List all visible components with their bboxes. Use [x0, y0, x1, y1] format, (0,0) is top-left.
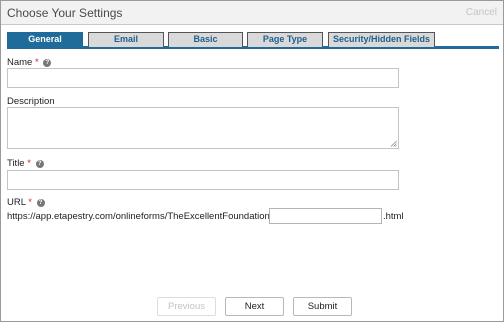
tab-basic[interactable]: Basic — [168, 32, 243, 47]
next-button[interactable]: Next — [225, 297, 284, 316]
url-help-icon[interactable]: ? — [36, 199, 45, 207]
name-input[interactable] — [7, 68, 399, 88]
tab-security-hidden-fields[interactable]: Security/Hidden Fields — [328, 32, 435, 47]
title-help-icon[interactable]: ? — [35, 160, 44, 168]
description-label: Description — [7, 96, 55, 107]
name-label: Name — [7, 57, 33, 68]
title-required-marker: * — [27, 158, 31, 169]
title-input[interactable] — [7, 170, 399, 190]
title-label: Title — [7, 158, 25, 169]
url-required-marker: * — [28, 197, 32, 208]
settings-dialog: Choose Your Settings Cancel General Emai… — [0, 0, 504, 322]
cancel-button[interactable]: Cancel — [466, 7, 497, 18]
title-label-row: Title * ? — [7, 158, 44, 169]
tab-email[interactable]: Email — [88, 32, 164, 47]
dialog-titlebar: Choose Your Settings Cancel — [1, 1, 503, 25]
name-required-marker: * — [34, 57, 39, 68]
name-help-icon[interactable]: ? — [43, 59, 52, 67]
tab-bar: General Email Basic Page Type Security/H… — [7, 31, 499, 49]
description-textarea[interactable] — [7, 107, 399, 149]
tab-general[interactable]: General — [7, 32, 83, 47]
url-prefix-text: https://app.etapestry.com/onlineforms/Th… — [7, 211, 273, 222]
url-label: URL — [7, 197, 26, 208]
url-slug-input[interactable] — [269, 208, 382, 224]
name-label-row: Name * ? — [7, 57, 52, 68]
url-label-row: URL * ? — [7, 197, 45, 208]
tab-page-type[interactable]: Page Type — [247, 32, 323, 47]
submit-button[interactable]: Submit — [293, 297, 352, 316]
resize-grip-icon[interactable] — [390, 140, 397, 147]
previous-button[interactable]: Previous — [157, 297, 216, 316]
url-suffix-text: .html — [383, 211, 404, 222]
dialog-title: Choose Your Settings — [7, 6, 123, 20]
